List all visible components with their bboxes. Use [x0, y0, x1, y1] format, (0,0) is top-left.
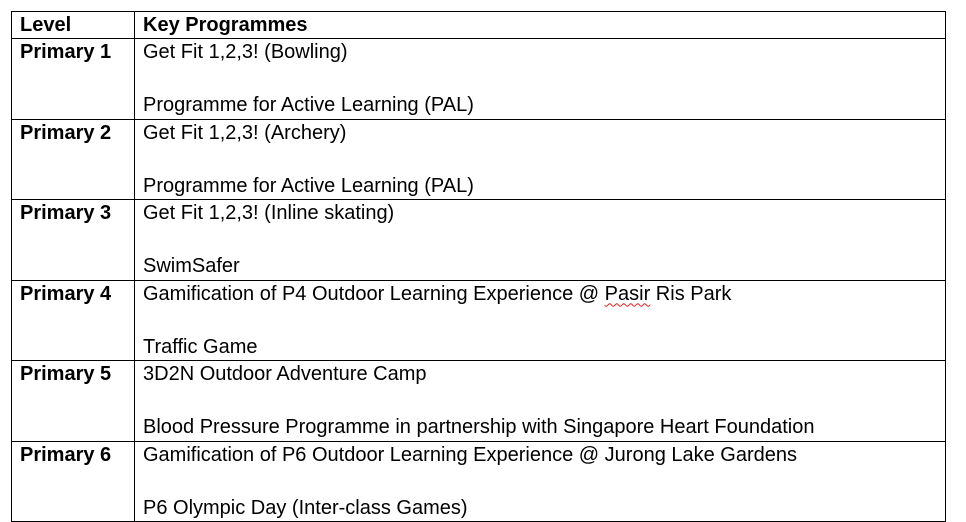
table-row: Primary 3 Get Fit 1,2,3! (Inline skating…	[11, 199, 946, 281]
programme-text: Gamification of P4 Outdoor Learning Expe…	[143, 282, 605, 305]
programme-item: Programme for Active Learning (PAL)	[143, 94, 474, 116]
programme-item: Traffic Game	[143, 335, 258, 358]
table-row: Primary 2 Get Fit 1,2,3! (Archery) Progr…	[11, 118, 946, 200]
level-cell-primary-3: Primary 3	[11, 199, 135, 281]
programme-item: SwimSafer	[143, 255, 240, 277]
level-cell-primary-1: Primary 1	[11, 38, 135, 120]
level-column-header: Level	[11, 11, 135, 39]
key-programmes-table: Level Key Programmes Primary 1 Get Fit 1…	[11, 11, 946, 522]
table-row: Primary 6 Gamification of P6 Outdoor Lea…	[11, 440, 946, 522]
programme-item: Gamification of P4 Outdoor Learning Expe…	[143, 281, 945, 308]
table-row: Primary 5 3D2N Outdoor Adventure Camp Bl…	[11, 360, 946, 442]
programme-item: Gamification of P6 Outdoor Learning Expe…	[143, 443, 798, 466]
programmes-cell-primary-5: 3D2N Outdoor Adventure Camp Blood Pressu…	[134, 360, 946, 442]
level-cell-primary-5: Primary 5	[11, 360, 135, 442]
level-cell-primary-4: Primary 4	[11, 279, 135, 361]
programmes-cell-primary-2: Get Fit 1,2,3! (Archery) Programme for A…	[134, 118, 946, 200]
programme-item: Get Fit 1,2,3! (Archery)	[143, 121, 347, 144]
programmes-cell-primary-4: Gamification of P4 Outdoor Learning Expe…	[134, 279, 946, 361]
programme-text: Ris Park	[650, 282, 732, 305]
programme-item: Blood Pressure Programme in partnership …	[143, 416, 815, 438]
key-programmes-column-header: Key Programmes	[134, 11, 946, 39]
programme-item: P6 Olympic Day (Inter-class Games)	[143, 496, 468, 519]
spellcheck-flagged-word: Pasir	[604, 282, 651, 305]
programmes-cell-primary-6: Gamification of P6 Outdoor Learning Expe…	[134, 440, 946, 522]
programme-item: Programme for Active Learning (PAL)	[143, 174, 474, 197]
programme-item: 3D2N Outdoor Adventure Camp	[143, 363, 427, 385]
programme-item: Get Fit 1,2,3! (Inline skating)	[143, 202, 395, 224]
programmes-cell-primary-1: Get Fit 1,2,3! (Bowling) Programme for A…	[134, 38, 946, 120]
table-row: Primary 4 Gamification of P4 Outdoor Lea…	[11, 279, 946, 361]
programme-item: Get Fit 1,2,3! (Bowling)	[143, 41, 348, 63]
level-cell-primary-2: Primary 2	[11, 118, 135, 200]
level-cell-primary-6: Primary 6	[11, 440, 135, 522]
programmes-cell-primary-3: Get Fit 1,2,3! (Inline skating) SwimSafe…	[134, 199, 946, 281]
table-header-row: Level Key Programmes	[11, 11, 946, 39]
table-row: Primary 1 Get Fit 1,2,3! (Bowling) Progr…	[11, 38, 946, 120]
